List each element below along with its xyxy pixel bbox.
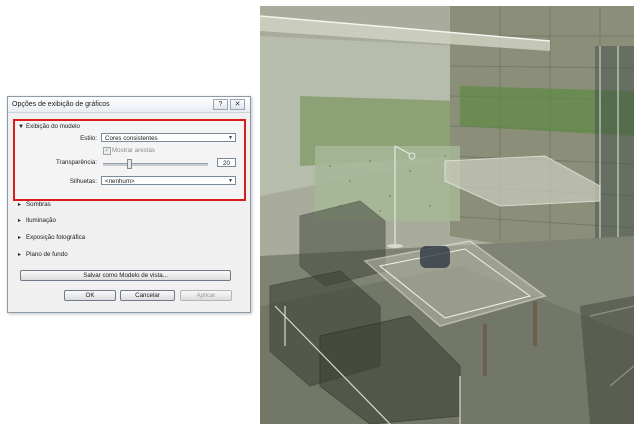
section-shadows[interactable]: ▸ Sombras — [18, 201, 51, 208]
section-background[interactable]: ▸ Plano de fundo — [18, 251, 68, 258]
transparency-slider-thumb[interactable] — [127, 159, 132, 169]
collapsed-arrow-icon: ▸ — [18, 202, 22, 208]
cancel-button[interactable]: Cancelar — [120, 290, 175, 301]
expanded-arrow-icon: ▼ — [18, 124, 24, 130]
dialog-titlebar: Opções de exibição de gráficos ? ✕ — [8, 97, 250, 113]
dialog-title: Opções de exibição de gráficos — [12, 101, 110, 108]
apply-button[interactable]: Aplicar — [180, 290, 232, 301]
transparency-slider-track[interactable] — [103, 163, 208, 166]
section-photographic-exposure[interactable]: ▸ Exposição fotográfica — [18, 234, 85, 241]
graphics-display-options-dialog: Opções de exibição de gráficos ? ✕ ▼ Exib… — [7, 96, 251, 313]
style-dropdown[interactable]: Cores consistentes ▼ — [101, 133, 236, 142]
help-icon[interactable]: ? — [213, 99, 228, 110]
transparency-label: Transparência: — [55, 159, 97, 166]
3d-model-viewport[interactable] — [260, 6, 634, 424]
chevron-down-icon: ▼ — [228, 178, 233, 184]
3d-model-render — [260, 6, 634, 424]
style-value: Cores consistentes — [105, 135, 158, 142]
section-model-display[interactable]: ▼ Exibição do modelo — [18, 123, 80, 130]
collapsed-arrow-icon: ▸ — [18, 252, 22, 258]
save-as-view-template-button[interactable]: Salvar como Modelo de vista... — [20, 270, 231, 281]
show-edges-label: Mostrar arestas — [112, 147, 155, 154]
silhouettes-label: Silhuetas: — [69, 178, 97, 185]
section-lighting[interactable]: ▸ Iluminação — [18, 217, 56, 224]
style-label: Estilo: — [80, 135, 97, 142]
close-icon[interactable]: ✕ — [230, 99, 245, 110]
model-display-group: ▼ Exibição do modelo Estilo: Cores consis… — [13, 119, 246, 201]
silhouettes-dropdown[interactable]: <nenhum> ▼ — [101, 176, 236, 185]
collapsed-arrow-icon: ▸ — [18, 235, 22, 241]
chevron-down-icon: ▼ — [228, 135, 233, 141]
transparency-input[interactable]: 20 — [217, 158, 236, 167]
silhouettes-value: <nenhum> — [105, 178, 135, 185]
show-edges-checkbox[interactable]: ✓ — [103, 147, 111, 155]
collapsed-arrow-icon: ▸ — [18, 218, 22, 224]
ok-button[interactable]: OK — [64, 290, 116, 301]
